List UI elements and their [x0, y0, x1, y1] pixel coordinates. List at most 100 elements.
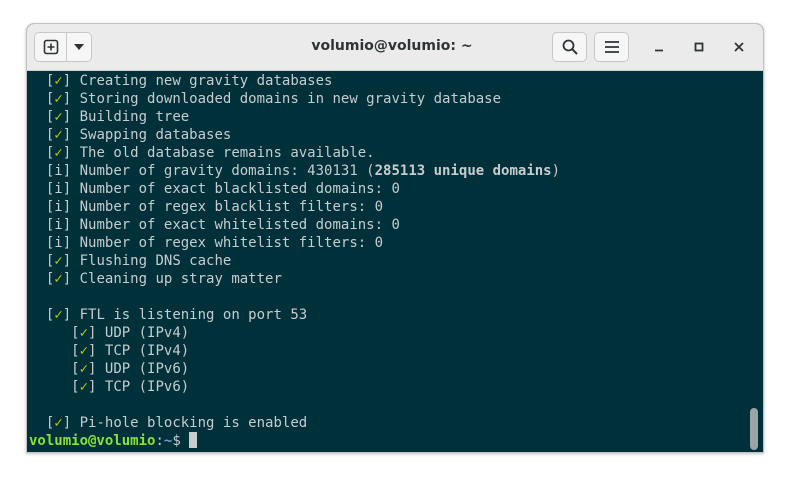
- line-text: Number of regex blacklist filters: 0: [71, 199, 384, 215]
- new-tab-button[interactable]: [35, 33, 67, 61]
- title-bar: volumio@volumio: ~: [27, 24, 763, 71]
- bracket-open: [: [71, 361, 80, 377]
- window-title: volumio@volumio: ~: [311, 38, 473, 54]
- line-text: UDP (IPv6): [96, 361, 190, 377]
- bracket-close: ]: [62, 163, 72, 179]
- prompt-separator: :: [155, 433, 164, 449]
- plus-box-icon: [43, 39, 58, 55]
- bracket-open: [: [71, 379, 80, 395]
- terminal-line: [✓] Cleaning up stray matter: [29, 270, 560, 288]
- bracket-close: ]: [62, 109, 72, 125]
- terminal-window: volumio@volumio: ~ [✓] Creating new grav…: [26, 23, 764, 453]
- status-mark: ✓: [54, 253, 63, 269]
- bracket-close: ]: [62, 73, 72, 89]
- line-text: Flushing DNS cache: [71, 253, 232, 269]
- bracket-close: ]: [62, 307, 72, 323]
- new-tab-menu-button[interactable]: [67, 33, 91, 61]
- terminal-line: [i] Number of regex blacklist filters: 0: [29, 198, 560, 216]
- terminal-line: [✓] Flushing DNS cache: [29, 252, 560, 270]
- status-mark: ✓: [54, 91, 63, 107]
- line-text: Number of regex whitelist filters: 0: [71, 235, 384, 251]
- close-button[interactable]: [729, 37, 749, 57]
- status-mark: ✓: [54, 73, 63, 89]
- terminal-line: [✓] TCP (IPv6): [29, 378, 560, 396]
- terminal-line: [✓] UDP (IPv4): [29, 324, 560, 342]
- line-text: Number of exact whitelisted domains: 0: [71, 217, 400, 233]
- status-mark: ✓: [79, 379, 89, 395]
- status-mark: ✓: [79, 343, 89, 359]
- new-tab-button-group: [34, 32, 92, 62]
- bracket-close: ]: [62, 199, 72, 215]
- status-mark: ✓: [54, 307, 63, 323]
- status-mark: ✓: [54, 415, 63, 431]
- chevron-down-icon: [74, 44, 84, 50]
- status-mark: i: [54, 217, 63, 233]
- status-mark: i: [54, 181, 63, 197]
- bracket-close: ]: [62, 235, 72, 251]
- terminal-line: [✓] FTL is listening on port 53: [29, 306, 560, 324]
- line-text: Number of exact blacklisted domains: 0: [71, 181, 400, 197]
- close-icon: [734, 42, 744, 52]
- search-icon: [562, 39, 578, 55]
- terminal-line: [i] Number of exact blacklisted domains:…: [29, 180, 560, 198]
- status-mark: ✓: [54, 145, 63, 161]
- status-mark: i: [54, 199, 63, 215]
- terminal-line: [i] Number of regex whitelist filters: 0: [29, 234, 560, 252]
- terminal-lines: [✓] Creating new gravity databases [✓] S…: [29, 72, 560, 450]
- line-text: Number of gravity domains: 430131 (: [71, 163, 375, 179]
- prompt-user-host: volumio@volumio: [29, 433, 156, 449]
- terminal-line: [i] Number of exact whitelisted domains:…: [29, 216, 560, 234]
- line-text: Swapping databases: [71, 127, 232, 143]
- bracket-close: ]: [62, 271, 72, 287]
- status-mark: ✓: [79, 325, 89, 341]
- status-mark: ✓: [54, 127, 63, 143]
- terminal-output[interactable]: [✓] Creating new gravity databases [✓] S…: [27, 71, 763, 452]
- bracket-close: ]: [62, 145, 72, 161]
- bracket-open: [: [71, 343, 80, 359]
- maximize-button[interactable]: [689, 37, 709, 57]
- bracket-close: ]: [62, 127, 72, 143]
- search-button[interactable]: [552, 32, 587, 62]
- line-text: TCP (IPv4): [96, 343, 190, 359]
- terminal-line: [✓] Pi-hole blocking is enabled: [29, 414, 560, 432]
- text-cursor: [189, 432, 198, 448]
- terminal-line: [✓] Storing downloaded domains in new gr…: [29, 90, 560, 108]
- terminal-line: [✓] Building tree: [29, 108, 560, 126]
- line-bold-text: 285113 unique domains: [374, 163, 552, 179]
- terminal-line: [✓] Creating new gravity databases: [29, 72, 560, 90]
- terminal-line: [✓] Swapping databases: [29, 126, 560, 144]
- minimize-button[interactable]: [649, 37, 669, 57]
- line-text: Pi-hole blocking is enabled: [71, 415, 308, 431]
- line-text: FTL is listening on port 53: [71, 307, 308, 323]
- line-text: Building tree: [71, 109, 190, 125]
- line-text: Cleaning up stray matter: [71, 271, 282, 287]
- bracket-close: ]: [62, 415, 72, 431]
- minimize-icon: [655, 49, 663, 52]
- terminal-line: [i] Number of gravity domains: 430131 (2…: [29, 162, 560, 180]
- bracket-close: ]: [62, 253, 72, 269]
- scrollbar[interactable]: [750, 408, 758, 450]
- status-mark: ✓: [54, 271, 63, 287]
- line-tail-text: ): [551, 163, 561, 179]
- status-mark: i: [54, 235, 63, 251]
- line-text: Creating new gravity databases: [71, 73, 333, 89]
- prompt-symbol: $: [172, 433, 190, 449]
- main-menu-button[interactable]: [594, 32, 629, 62]
